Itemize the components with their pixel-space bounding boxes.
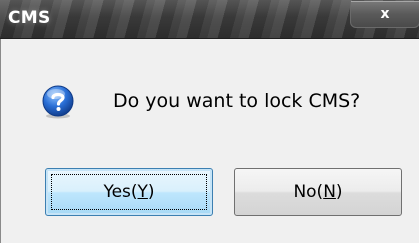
title-bar[interactable]: CMS x bbox=[0, 0, 419, 39]
close-button[interactable]: x bbox=[350, 1, 419, 28]
window-title: CMS bbox=[8, 8, 51, 28]
close-icon: x bbox=[380, 6, 390, 22]
focus-rectangle bbox=[51, 174, 207, 210]
dialog-window: CMS x Do you want to lock CMS? Yes(Y) No… bbox=[0, 0, 419, 243]
question-icon bbox=[42, 85, 74, 119]
dialog-body: Do you want to lock CMS? Yes(Y) No(N) bbox=[0, 39, 419, 243]
dialog-message: Do you want to lock CMS? bbox=[113, 90, 361, 112]
no-button-label: No(N) bbox=[293, 182, 343, 202]
no-button[interactable]: No(N) bbox=[234, 168, 402, 216]
yes-button[interactable]: Yes(Y) bbox=[45, 168, 213, 216]
